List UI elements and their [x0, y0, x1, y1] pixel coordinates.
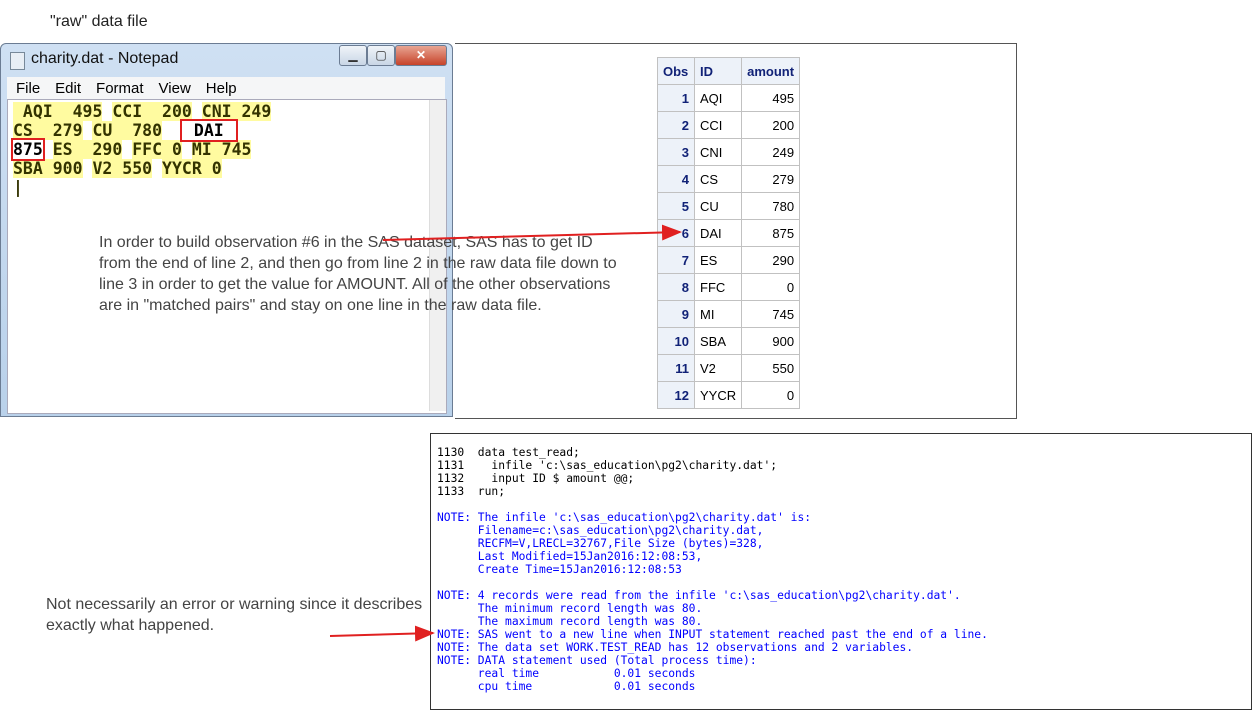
arrows — [329, 224, 682, 642]
arrow-to-log-note — [329, 625, 435, 642]
arrow-to-row-6 — [382, 224, 682, 241]
